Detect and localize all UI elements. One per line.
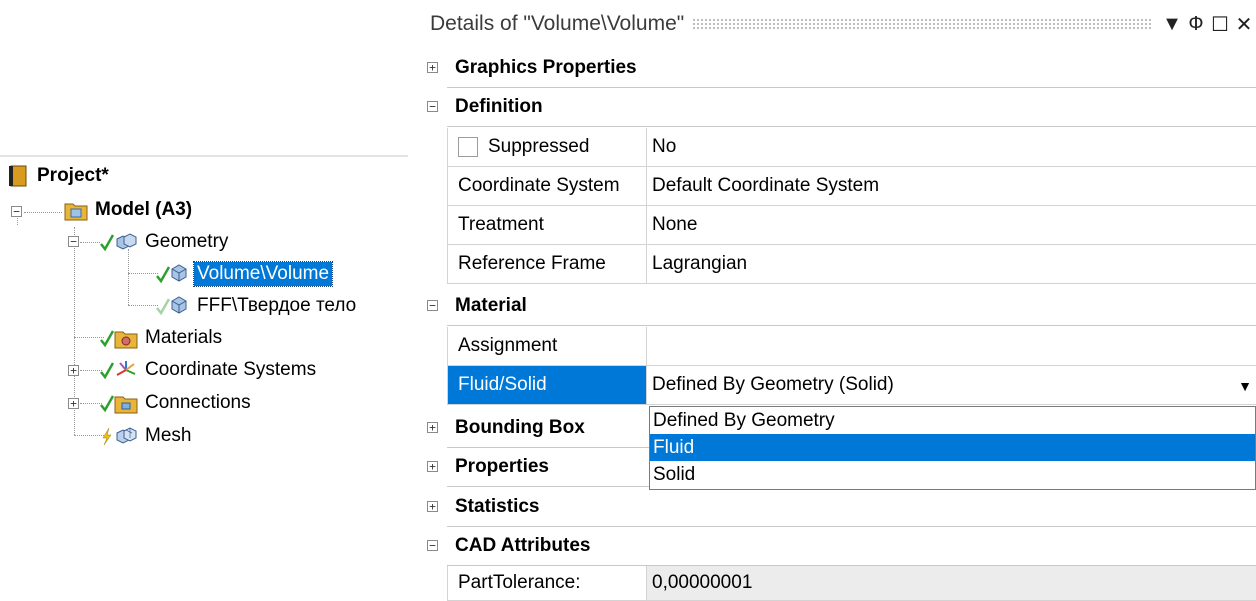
materials-folder-icon xyxy=(114,327,138,349)
coordinate-system-value[interactable]: Default Coordinate System xyxy=(647,167,1256,206)
pin-icon[interactable]: Ф xyxy=(1184,13,1208,36)
assignment-value[interactable] xyxy=(647,327,1256,366)
details-panel: Details of "Volume\Volume" ▼ Ф ☐ ✕ + Gra… xyxy=(425,0,1256,601)
group-label: CAD Attributes xyxy=(447,527,1256,566)
green-check-icon xyxy=(100,360,115,380)
tree-item-volume-body[interactable]: Volume\Volume xyxy=(156,259,334,289)
expand-graphics-toggle[interactable]: + xyxy=(427,62,438,73)
part-tolerance-label: PartTolerance: xyxy=(447,566,647,601)
lightning-icon xyxy=(100,426,114,446)
row-suppressed: Suppressed No xyxy=(425,128,1256,167)
group-statistics[interactable]: + Statistics xyxy=(425,488,1256,527)
chevron-down-icon[interactable]: ▼ xyxy=(1238,378,1252,394)
group-label: Material xyxy=(447,287,1256,326)
expand-statistics-toggle[interactable]: + xyxy=(427,501,438,512)
green-check-icon xyxy=(100,232,115,252)
tree-item-connections[interactable]: Connections xyxy=(100,388,254,418)
green-check-icon xyxy=(156,264,171,284)
green-check-icon xyxy=(100,393,115,413)
faded-check-icon xyxy=(156,296,171,316)
expand-bounding-box-toggle[interactable]: + xyxy=(427,422,438,433)
row-part-tolerance: PartTolerance: 0,00000001 xyxy=(425,566,1256,601)
group-material[interactable]: − Material xyxy=(425,287,1256,326)
geometry-cubes-icon xyxy=(114,231,138,253)
group-cad-attributes[interactable]: − CAD Attributes xyxy=(425,527,1256,566)
details-title: Details of "Volume\Volume" xyxy=(430,12,685,35)
row-assignment: Assignment xyxy=(425,327,1256,366)
reference-frame-value[interactable]: Lagrangian xyxy=(647,245,1256,284)
expand-coordinate-systems-toggle[interactable]: + xyxy=(68,365,79,376)
row-treatment: Treatment None xyxy=(425,206,1256,245)
collapse-cad-attributes-toggle[interactable]: − xyxy=(427,540,438,551)
dropdown-option-fluid[interactable]: Fluid xyxy=(650,434,1255,461)
tree-top-divider xyxy=(0,155,408,157)
row-reference-frame: Reference Frame Lagrangian xyxy=(425,245,1256,284)
fluid-solid-select[interactable]: Defined By Geometry (Solid) ▼ xyxy=(647,366,1256,405)
tree-item-coordinate-systems[interactable]: Coordinate Systems xyxy=(100,355,319,385)
dropdown-option-defined-by-geometry[interactable]: Defined By Geometry xyxy=(650,407,1255,434)
body-cube-icon xyxy=(170,263,190,285)
suppressed-value[interactable]: No xyxy=(647,128,1256,167)
suppressed-label-cell: Suppressed xyxy=(447,128,647,167)
group-label: Definition xyxy=(447,88,1256,127)
tree-line xyxy=(80,242,100,243)
close-icon[interactable]: ✕ xyxy=(1232,12,1256,37)
title-bar-grip[interactable] xyxy=(692,18,1152,30)
model-folder-icon xyxy=(64,199,88,221)
details-title-bar: Details of "Volume\Volume" ▼ Ф ☐ ✕ xyxy=(425,0,1256,48)
row-fluid-solid: Fluid/Solid Defined By Geometry (Solid) … xyxy=(425,366,1256,405)
group-label: Statistics xyxy=(447,488,1256,527)
collapse-geometry-toggle[interactable]: − xyxy=(68,236,79,247)
row-coordinate-system: Coordinate System Default Coordinate Sys… xyxy=(425,167,1256,206)
connections-folder-icon xyxy=(114,392,138,414)
dropdown-option-solid[interactable]: Solid xyxy=(650,461,1255,488)
fluid-solid-dropdown-list: Defined By Geometry Fluid Solid xyxy=(649,406,1256,490)
reference-frame-label: Reference Frame xyxy=(447,245,647,284)
tree-line xyxy=(128,305,158,306)
coordinate-system-label: Coordinate System xyxy=(447,167,647,206)
tree-item-fff-body[interactable]: FFF\Твердое тело xyxy=(156,291,359,321)
tree-item-model[interactable]: Model (A3) xyxy=(64,195,195,225)
tree-item-mesh[interactable]: Mesh xyxy=(100,421,194,451)
group-definition[interactable]: − Definition xyxy=(425,88,1256,127)
mesh-icon xyxy=(114,425,138,447)
body-cube-icon xyxy=(170,295,190,317)
group-graphics-properties[interactable]: + Graphics Properties xyxy=(425,49,1256,88)
tree-line xyxy=(80,403,102,404)
treatment-label: Treatment xyxy=(447,206,647,245)
fluid-solid-value: Defined By Geometry (Solid) xyxy=(652,374,894,395)
part-tolerance-value: 0,00000001 xyxy=(647,566,1256,601)
project-tree: Project* − Model (A3) − Geometry Volume\… xyxy=(0,155,408,455)
panel-menu-dropdown-icon[interactable]: ▼ xyxy=(1160,13,1184,36)
treatment-value[interactable]: None xyxy=(647,206,1256,245)
tree-line xyxy=(128,249,129,305)
tree-line xyxy=(128,273,158,274)
tree-item-project[interactable]: Project* xyxy=(8,161,112,191)
tree-line xyxy=(80,370,102,371)
tree-item-materials[interactable]: Materials xyxy=(100,323,225,353)
assignment-label: Assignment xyxy=(447,327,647,366)
coordinate-axes-icon xyxy=(114,359,138,381)
suppressed-checkbox[interactable] xyxy=(458,137,478,157)
expand-connections-toggle[interactable]: + xyxy=(68,398,79,409)
green-check-icon xyxy=(100,328,115,348)
collapse-definition-toggle[interactable]: − xyxy=(427,101,438,112)
fluid-solid-label: Fluid/Solid xyxy=(447,366,647,405)
collapse-model-toggle[interactable]: − xyxy=(11,206,22,217)
group-label: Graphics Properties xyxy=(447,49,1256,88)
tree-line xyxy=(24,212,62,213)
expand-properties-toggle[interactable]: + xyxy=(427,461,438,472)
collapse-material-toggle[interactable]: − xyxy=(427,300,438,311)
maximize-icon[interactable]: ☐ xyxy=(1208,12,1232,37)
project-book-icon xyxy=(8,165,30,187)
tree-item-geometry[interactable]: Geometry xyxy=(100,227,231,257)
